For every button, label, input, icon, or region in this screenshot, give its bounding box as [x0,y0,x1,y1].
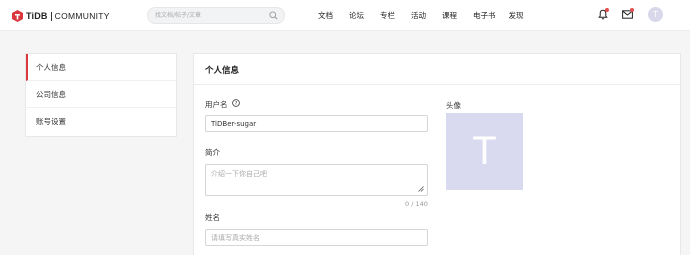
avatar-image[interactable]: T [446,113,523,190]
username-field[interactable] [205,115,428,132]
bio-textarea[interactable] [205,164,428,196]
name-label: 姓名 [205,213,220,222]
help-icon[interactable]: ? [232,99,240,107]
nav-forum[interactable]: 论坛 [349,10,364,21]
sidebar-item-account-settings[interactable]: 账号设置 [26,108,176,135]
resize-handle-icon[interactable] [418,186,424,192]
nav-column[interactable]: 专栏 [380,10,395,21]
bell-badge [605,8,609,12]
nav-events[interactable]: 活动 [411,10,426,21]
top-header: TiDB COMMUNITY 文档 论坛 专栏 活动 课程 电子书 发现 T [0,0,690,31]
profile-panel: 个人信息 用户名 ? 简介 0 / 140 姓名 头像 T [193,53,681,255]
logo-subtext: COMMUNITY [54,11,110,21]
logo-text: TiDB [26,11,48,21]
logo-separator [50,11,52,21]
bio-label: 简介 [205,148,220,157]
search-icon[interactable] [269,11,278,20]
nav-ebooks[interactable]: 电子书 [473,10,496,21]
username-label: 用户名 [205,100,228,109]
user-avatar[interactable]: T [648,7,663,22]
sidebar-item-personal-info[interactable]: 个人信息 [26,54,176,81]
mail-badge [630,8,634,12]
search-box [147,7,285,24]
search-input[interactable] [155,8,265,23]
nav-courses[interactable]: 课程 [442,10,457,21]
title-divider [194,84,680,85]
page-title: 个人信息 [205,66,240,76]
avatar-label: 头像 [446,101,461,110]
sidebar-item-company-info[interactable]: 公司信息 [26,81,176,108]
nav-discover[interactable]: 发现 [509,10,524,21]
tidb-community-logo[interactable]: TiDB COMMUNITY [12,9,110,23]
nav-docs[interactable]: 文档 [318,10,333,21]
settings-sidebar: 个人信息 公司信息 账号设置 [25,53,177,137]
main-nav: 文档 论坛 专栏 活动 课程 电子书 发现 [318,10,540,21]
real-name-field[interactable] [205,229,428,246]
svg-text:?: ? [235,101,238,107]
bio-char-counter: 0 / 140 [405,200,428,208]
tidb-logo-icon [12,10,23,22]
